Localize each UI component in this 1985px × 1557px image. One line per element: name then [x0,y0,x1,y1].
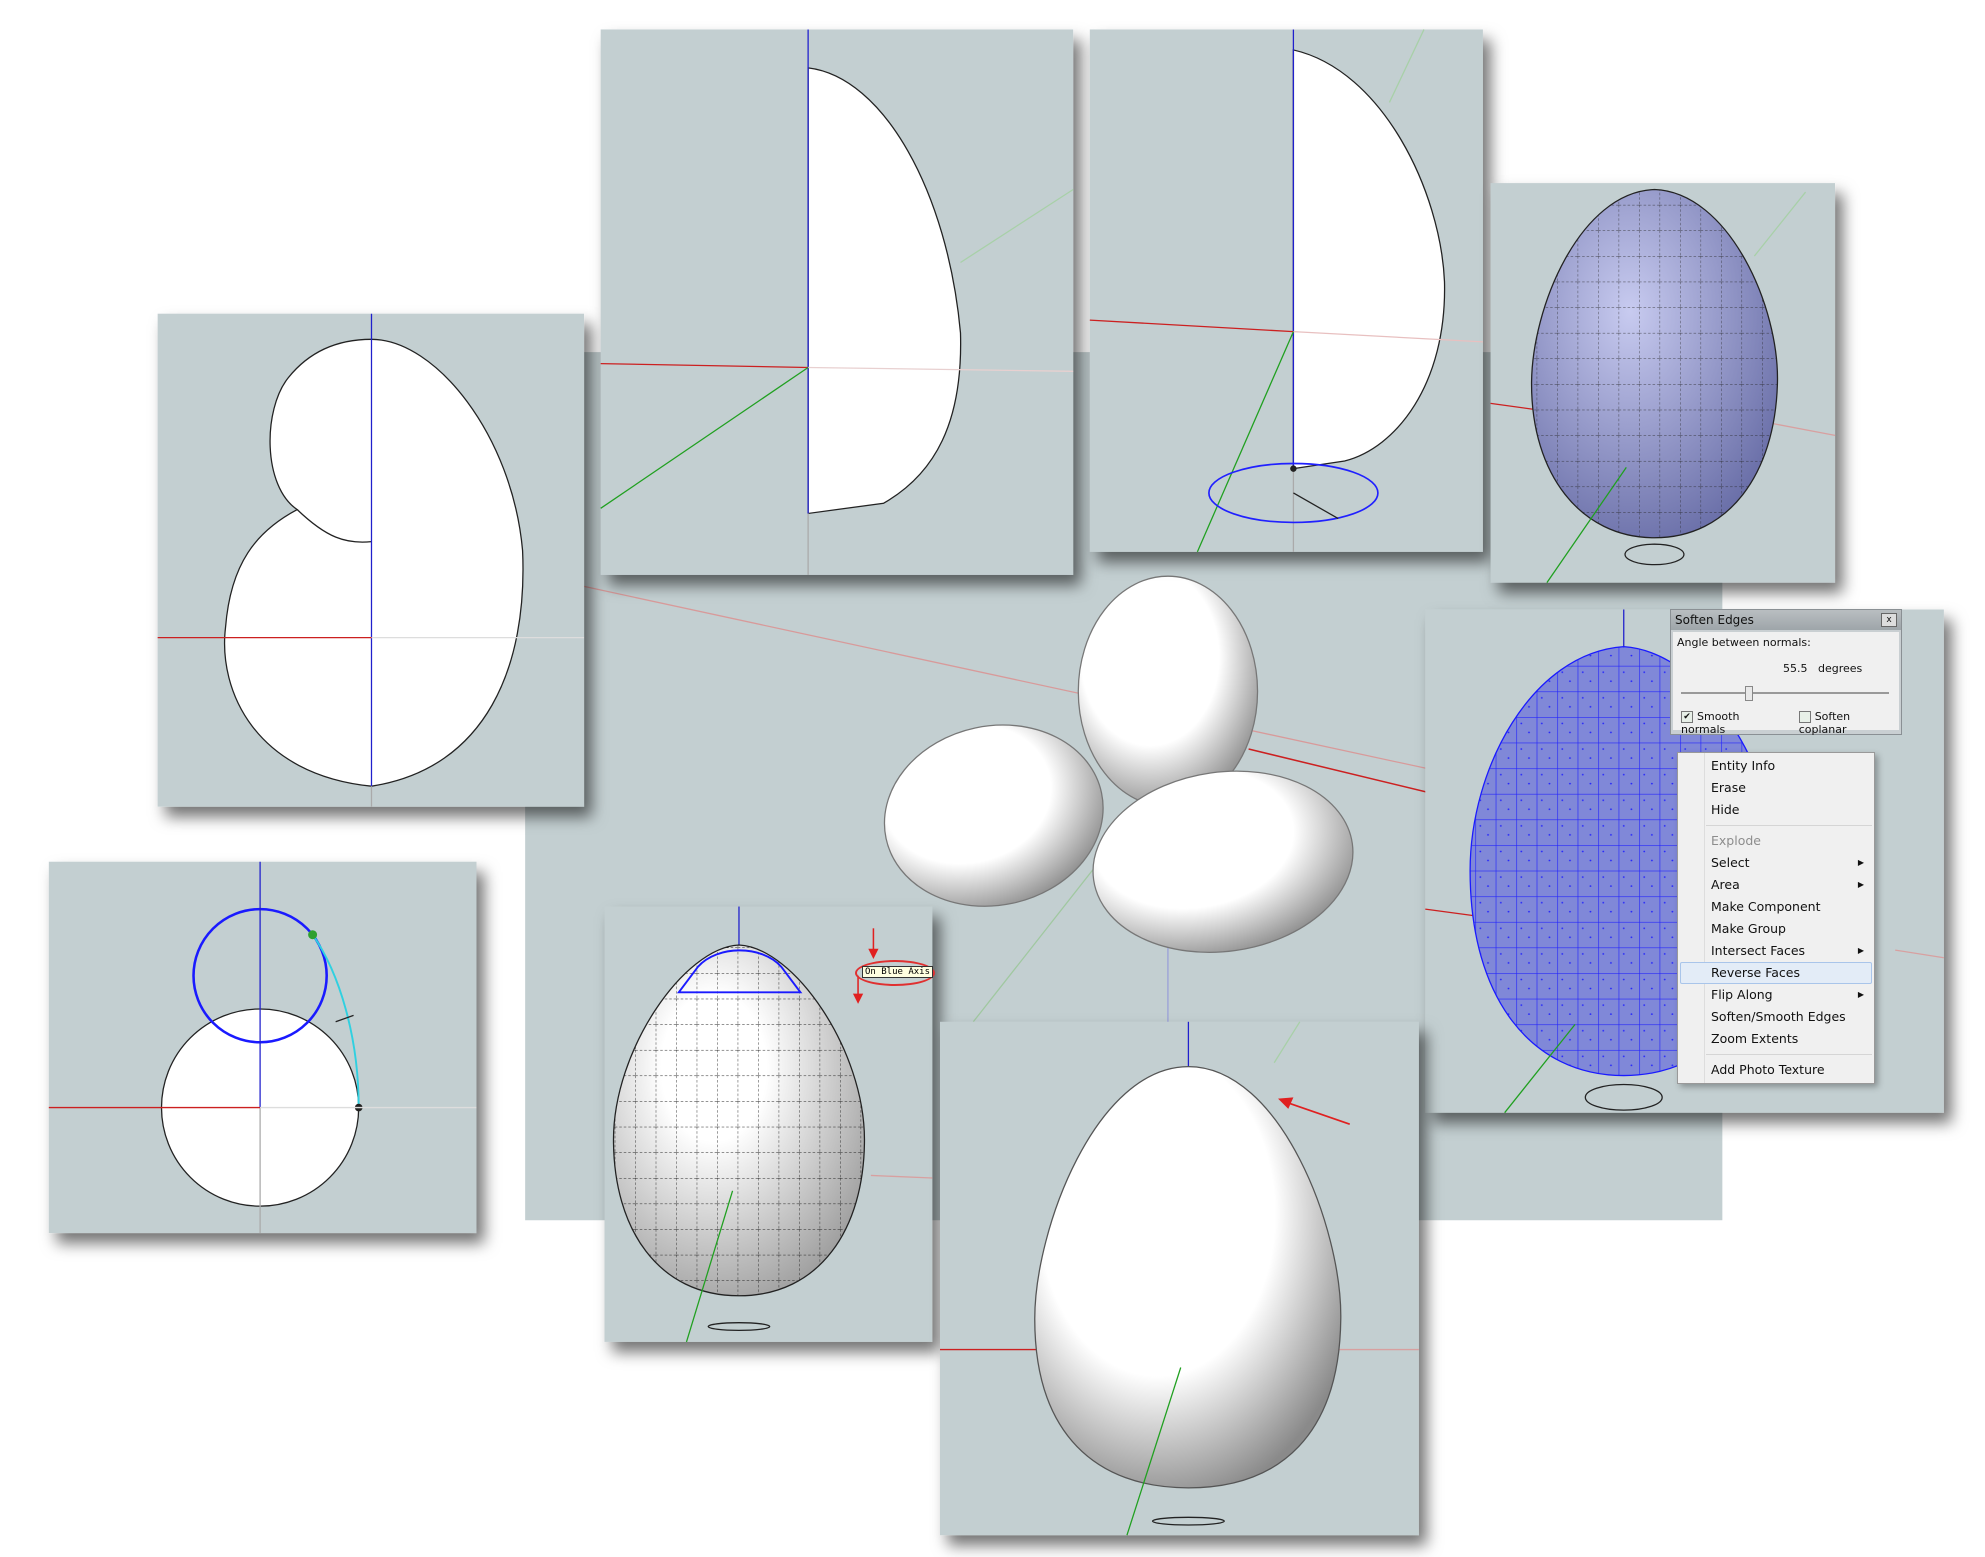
menu-item-intersect-faces[interactable]: Intersect Faces ▶ [1678,940,1874,962]
menu-item-area[interactable]: Area ▶ [1678,874,1874,896]
context-menu: Entity Info Erase Hide Explode Select ▶ A… [1677,752,1875,1084]
menu-label: Area [1711,877,1740,892]
soften-coplanar-checkbox[interactable]: Soften coplanar [1798,710,1899,736]
submenu-arrow-icon: ▶ [1857,858,1864,867]
angle-unit: degrees [1818,662,1863,675]
angle-label: Angle between normals: [1677,636,1811,649]
menu-label: Flip Along [1711,987,1773,1002]
menu-separator [1706,825,1872,826]
menu-item-flip-along[interactable]: Flip Along ▶ [1678,984,1874,1006]
menu-item-add-photo-texture[interactable]: Add Photo Texture [1678,1059,1874,1081]
slider-thumb[interactable] [1745,686,1754,701]
menu-label: Select [1711,855,1750,870]
menu-item-make-component[interactable]: Make Component [1678,896,1874,918]
submenu-arrow-icon: ▶ [1857,946,1864,955]
menu-item-entity-info[interactable]: Entity Info [1678,755,1874,777]
angle-value: 55.5 [1783,662,1808,675]
submenu-arrow-icon: ▶ [1857,880,1864,889]
menu-item-select[interactable]: Select ▶ [1678,852,1874,874]
dialog-titlebar[interactable]: Soften Edges x [1671,610,1901,630]
menu-item-explode: Explode [1711,833,1761,848]
sketchup-egg-tutorial-collage: On Blue Axis Soften Edges x Angle betwee… [0,0,1985,1557]
checkbox-checked-icon: ✔ [1681,711,1693,723]
close-icon[interactable]: x [1881,613,1897,627]
menu-label: Intersect Faces [1711,943,1806,958]
smooth-normals-checkbox[interactable]: ✔ Smooth normals [1681,710,1785,736]
menu-item-make-group[interactable]: Make Group [1678,918,1874,940]
menu-item-hide[interactable]: Hide [1678,799,1874,821]
soften-edges-dialog: Soften Edges x Angle between normals: 55… [1670,609,1902,736]
menu-item-reverse-faces[interactable]: Reverse Faces [1680,962,1872,984]
menu-item-zoom-extents[interactable]: Zoom Extents [1678,1028,1874,1050]
angle-slider[interactable] [1681,686,1889,701]
checkbox-unchecked-icon [1798,711,1811,723]
dialog-title: Soften Edges [1675,613,1754,627]
menu-separator [1706,1054,1872,1055]
inference-tooltip: On Blue Axis [862,966,934,978]
submenu-arrow-icon: ▶ [1857,990,1864,999]
menu-item-erase[interactable]: Erase [1678,777,1874,799]
menu-item-soften-smooth-edges[interactable]: Soften/Smooth Edges [1678,1006,1874,1028]
